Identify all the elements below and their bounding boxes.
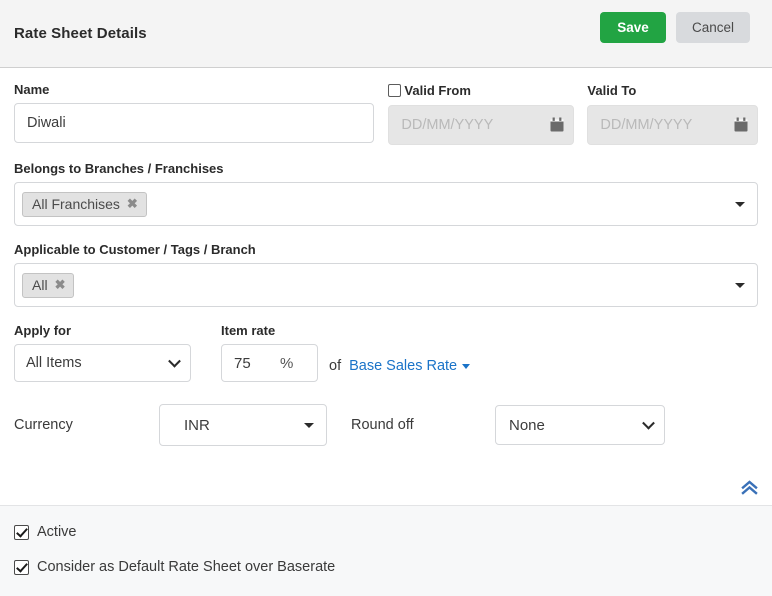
header-actions: Save Cancel [599, 11, 758, 43]
valid-from-input[interactable] [388, 105, 575, 145]
caret-down-icon[interactable] [735, 283, 745, 288]
valid-from-checkbox[interactable] [388, 84, 402, 97]
branches-multiselect[interactable]: All Franchises ✖ [14, 182, 758, 226]
active-checkbox-row[interactable]: Active [14, 524, 758, 540]
item-rate-label: Item rate [221, 323, 276, 338]
currency-select-wrap: INR [159, 404, 327, 446]
valid-to-field-group: Valid To [587, 82, 758, 145]
currency-select[interactable]: INR [159, 404, 327, 446]
currency-roundoff-row: Currency INR Round off None [14, 404, 758, 446]
default-rate-sheet-checkbox-row[interactable]: Consider as Default Rate Sheet over Base… [14, 559, 758, 575]
footer-options: Active Consider as Default Rate Sheet ov… [0, 505, 772, 596]
tag-all-franchises: All Franchises ✖ [22, 191, 147, 217]
apply-for-group: Apply for All Items [14, 323, 191, 382]
round-off-select-wrap: None [495, 405, 665, 445]
name-field-group: Name [14, 82, 375, 145]
applicable-multiselect[interactable]: All ✖ [14, 263, 758, 307]
base-sales-rate-label: Base Sales Rate [349, 358, 458, 374]
save-button[interactable]: Save [599, 11, 666, 43]
currency-value: INR [184, 416, 210, 434]
page-title: Rate Sheet Details [14, 25, 147, 42]
tag-remove-icon[interactable]: ✖ [55, 278, 66, 291]
active-checkbox[interactable] [14, 524, 29, 540]
rate-sheet-form: Name Valid From [0, 68, 772, 505]
valid-from-label: Valid From [404, 83, 471, 98]
apply-for-select-wrap: All Items [14, 344, 191, 382]
item-rate-input-group: % [221, 344, 318, 382]
caret-down-icon[interactable] [735, 202, 745, 207]
name-validity-row: Name Valid From [14, 82, 758, 145]
caret-down-icon [462, 363, 471, 369]
valid-from-label-row: Valid From [388, 82, 574, 99]
tag-label: All Franchises [32, 195, 120, 212]
apply-rate-row: Apply for All Items Item rate % of Base … [14, 323, 758, 382]
valid-to-label-row: Valid To [587, 82, 758, 99]
tag-remove-icon[interactable]: ✖ [127, 197, 138, 210]
tag-label: All [32, 276, 48, 293]
valid-from-date-wrap [388, 105, 575, 145]
name-input[interactable] [14, 103, 375, 143]
applicable-label: Applicable to Customer / Tags / Branch [14, 242, 256, 257]
branches-label: Belongs to Branches / Franchises [14, 161, 224, 176]
base-sales-rate-link[interactable]: Base Sales Rate [349, 358, 471, 382]
currency-label: Currency [14, 417, 73, 433]
double-chevron-up-icon [741, 480, 758, 498]
apply-for-select[interactable]: All Items [14, 344, 191, 382]
tag-all: All ✖ [22, 272, 75, 298]
calendar-icon[interactable] [734, 117, 748, 133]
valid-to-date-wrap [587, 105, 758, 145]
valid-from-field-group: Valid From [388, 82, 575, 145]
active-checkbox-label: Active [37, 524, 77, 540]
default-rate-sheet-checkbox[interactable] [14, 559, 29, 575]
of-text: of [329, 358, 342, 374]
cancel-button[interactable]: Cancel [675, 11, 750, 43]
page-header: Rate Sheet Details Save Cancel [0, 0, 772, 68]
item-rate-input[interactable] [222, 345, 280, 381]
apply-for-label: Apply for [14, 323, 72, 338]
default-rate-sheet-checkbox-label: Consider as Default Rate Sheet over Base… [37, 559, 336, 575]
calendar-icon[interactable] [550, 117, 564, 133]
round-off-label: Round off [351, 417, 414, 433]
valid-to-label: Valid To [587, 83, 637, 98]
round-off-select[interactable]: None [495, 405, 665, 445]
name-label: Name [14, 82, 50, 97]
caret-down-icon[interactable] [304, 423, 314, 428]
collapse-section-toggle[interactable] [741, 480, 758, 495]
item-rate-group: Item rate % [221, 323, 318, 382]
valid-to-input[interactable] [587, 105, 758, 145]
percent-symbol: % [280, 354, 294, 372]
